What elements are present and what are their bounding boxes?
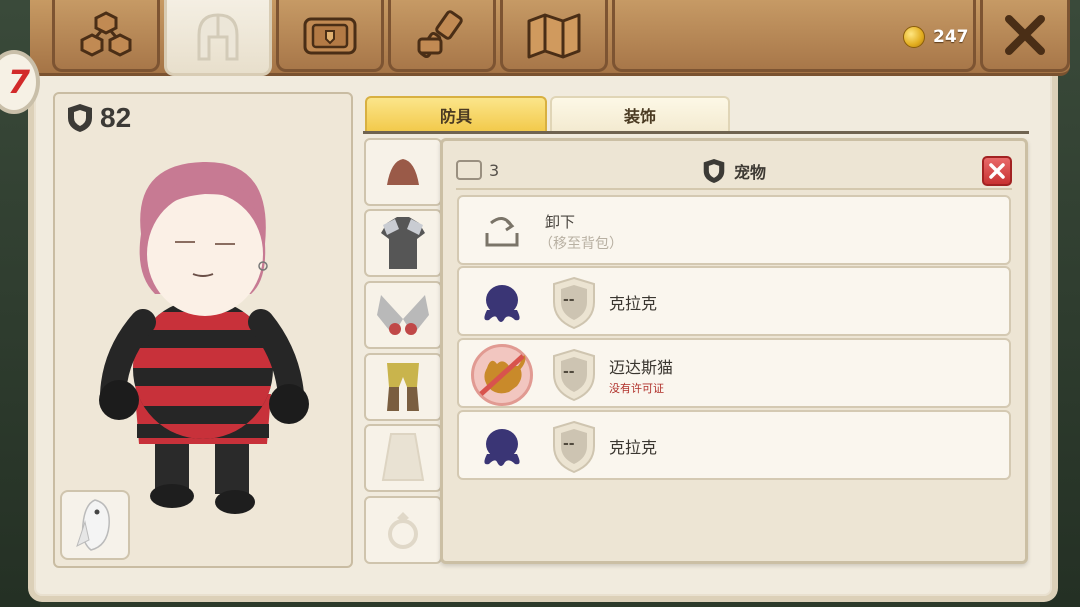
unequip-icon <box>485 217 519 247</box>
unequip-hint: （移至背包） <box>539 236 623 252</box>
pet-popup-close-button[interactable] <box>982 156 1012 186</box>
pet-warning: 没有许可证 <box>609 382 664 395</box>
slot-legs[interactable] <box>364 353 442 421</box>
tab-inventory[interactable] <box>276 0 384 72</box>
currency-bar: 247 <box>612 0 976 72</box>
tab-skills[interactable] <box>52 0 160 72</box>
subtab-divider <box>363 131 1029 134</box>
close-button[interactable] <box>980 0 1070 72</box>
coin-amount: 247 <box>933 27 969 47</box>
shield-icon <box>68 104 92 132</box>
pet-row[interactable]: -- 克拉克 <box>457 410 1011 480</box>
slot-hands[interactable] <box>364 281 442 349</box>
cape-icon <box>381 433 425 481</box>
chest-armor-icon <box>381 217 425 269</box>
hammer-icon <box>417 9 463 58</box>
midas-cat-pet-icon <box>479 354 526 396</box>
pet-name: 克拉克 <box>609 438 658 457</box>
unequip-row[interactable]: 卸下 （移至背包） <box>457 195 1011 265</box>
pet-shield-value: -- <box>563 292 575 308</box>
slot-ring[interactable] <box>364 496 442 564</box>
pet-row[interactable]: -- 克拉克 <box>457 266 1011 336</box>
pet-name: 克拉克 <box>609 294 658 313</box>
unequip-label: 卸下 <box>545 213 576 231</box>
level-value: 7 <box>7 63 30 101</box>
pants-icon <box>387 363 419 411</box>
helmet-icon <box>197 12 239 60</box>
kelake-pet-icon <box>484 285 520 322</box>
tab-equipment[interactable] <box>164 0 272 76</box>
tab-decoration[interactable]: 装饰 <box>550 96 730 132</box>
tab-armor[interactable]: 防具 <box>365 96 547 132</box>
armor-stat: 82 <box>66 102 131 134</box>
close-icon <box>1005 14 1045 55</box>
pet-shield-value: -- <box>563 436 575 452</box>
pet-count: 3 <box>489 161 500 180</box>
chest-icon <box>303 17 357 54</box>
kelake-pet-icon <box>484 429 520 466</box>
pet-equip-slot[interactable] <box>60 490 130 560</box>
gloves-icon <box>377 295 429 335</box>
slot-head[interactable] <box>364 138 442 206</box>
coin-icon <box>903 26 925 48</box>
pet-count-icon <box>456 160 482 180</box>
pet-shield-value: -- <box>563 364 575 380</box>
ring-icon <box>388 512 418 549</box>
shield-icon <box>703 159 725 183</box>
pet-popup-title-text: 宠物 <box>734 163 767 182</box>
map-icon <box>527 13 581 58</box>
slot-back[interactable] <box>364 424 442 492</box>
armor-value: 82 <box>100 102 132 133</box>
hat-icon <box>387 159 419 185</box>
tab-map[interactable] <box>500 0 608 72</box>
hexagon-cluster-icon <box>80 10 132 57</box>
close-icon <box>989 163 1005 179</box>
owl-icon <box>76 499 110 551</box>
tab-crafting[interactable] <box>388 0 496 72</box>
slot-chest[interactable] <box>364 209 442 277</box>
pet-popup-title: 宠物 <box>702 157 766 185</box>
pet-row[interactable]: -- 迈达斯猫 没有许可证 <box>457 338 1011 408</box>
pet-name: 迈达斯猫 <box>609 358 674 377</box>
